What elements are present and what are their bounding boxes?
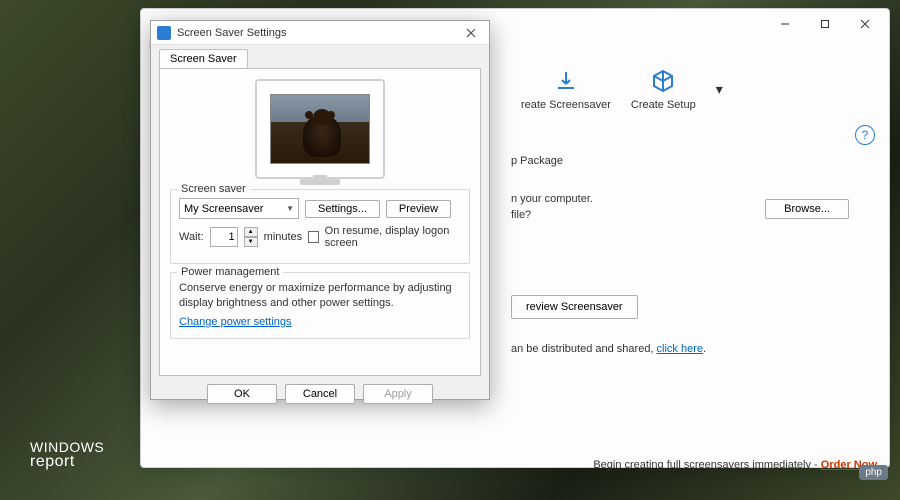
watermark-line2: report bbox=[30, 454, 104, 470]
power-legend: Power management bbox=[177, 266, 283, 278]
change-power-settings-link[interactable]: Change power settings bbox=[179, 316, 292, 328]
distribution-text: an be distributed and shared, click here… bbox=[511, 343, 869, 355]
click-here-link[interactable]: click here bbox=[657, 343, 703, 355]
screensaver-select[interactable]: My Screensaver ▼ bbox=[179, 198, 299, 219]
php-badge: php bbox=[859, 465, 888, 480]
dialog-app-icon bbox=[157, 26, 171, 40]
cancel-button[interactable]: Cancel bbox=[285, 384, 355, 404]
watermark-line1: WINDOWS bbox=[30, 440, 104, 454]
screensaver-fieldset: Screen saver My Screensaver ▼ Settings..… bbox=[170, 189, 470, 264]
wait-spinner[interactable]: ▲▼ bbox=[244, 227, 258, 247]
bear-image bbox=[303, 115, 341, 157]
chevron-down-icon: ▼ bbox=[286, 204, 294, 213]
dist-prefix: an be distributed and shared, bbox=[511, 343, 657, 355]
dialog-buttons: OK Cancel Apply bbox=[151, 384, 489, 412]
apply-button[interactable]: Apply bbox=[363, 384, 433, 404]
power-fieldset: Power management Conserve energy or maxi… bbox=[170, 272, 470, 339]
close-button[interactable] bbox=[845, 10, 885, 38]
selected-value: My Screensaver bbox=[184, 203, 263, 215]
preview-image bbox=[270, 94, 370, 164]
package-label: p Package bbox=[511, 155, 869, 167]
toolbar-label: Create Setup bbox=[631, 99, 696, 111]
browse-button[interactable]: Browse... bbox=[765, 199, 849, 219]
tab-strip: Screen Saver bbox=[151, 45, 489, 68]
spin-down-icon[interactable]: ▼ bbox=[244, 237, 258, 247]
tab-panel: Screen saver My Screensaver ▼ Settings..… bbox=[159, 68, 481, 376]
windows-report-watermark: WINDOWS report bbox=[30, 440, 104, 470]
ok-button[interactable]: OK bbox=[207, 384, 277, 404]
help-icon[interactable]: ? bbox=[855, 125, 875, 145]
wait-label: Wait: bbox=[179, 231, 204, 243]
footer-text: Begin creating full screensavers immedia… bbox=[593, 459, 877, 471]
dialog-titlebar[interactable]: Screen Saver Settings bbox=[151, 21, 489, 45]
preview-monitor bbox=[170, 79, 470, 179]
dist-suffix: . bbox=[703, 343, 706, 355]
screensaver-settings-dialog: Screen Saver Settings Screen Saver Scree… bbox=[150, 20, 490, 400]
power-description: Conserve energy or maximize performance … bbox=[179, 281, 461, 312]
resume-label: On resume, display logon screen bbox=[325, 225, 461, 249]
create-setup-button[interactable]: Create Setup bbox=[631, 67, 696, 111]
create-screensaver-button[interactable]: reate Screensaver bbox=[521, 67, 611, 111]
tab-screensaver[interactable]: Screen Saver bbox=[159, 49, 248, 68]
minutes-label: minutes bbox=[264, 231, 303, 243]
desktop-background: Fil reate Screensaver Create Setup ▾ ? p… bbox=[0, 0, 900, 500]
footer-prefix: Begin creating full screensavers immedia… bbox=[593, 459, 820, 471]
maximize-button[interactable] bbox=[805, 10, 845, 38]
download-icon bbox=[552, 67, 580, 95]
package-icon bbox=[649, 67, 677, 95]
spin-up-icon[interactable]: ▲ bbox=[244, 227, 258, 237]
toolbar-label: reate Screensaver bbox=[521, 99, 611, 111]
dialog-title: Screen Saver Settings bbox=[177, 27, 459, 39]
preview-screensaver-button[interactable]: review Screensaver bbox=[511, 295, 638, 319]
screensaver-legend: Screen saver bbox=[177, 183, 250, 195]
minimize-button[interactable] bbox=[765, 10, 805, 38]
resume-checkbox[interactable] bbox=[308, 231, 318, 243]
settings-button[interactable]: Settings... bbox=[305, 200, 380, 218]
dropdown-arrow-icon[interactable]: ▾ bbox=[716, 81, 723, 98]
preview-button[interactable]: Preview bbox=[386, 200, 451, 218]
wait-input[interactable] bbox=[210, 227, 238, 247]
close-icon[interactable] bbox=[459, 23, 483, 43]
